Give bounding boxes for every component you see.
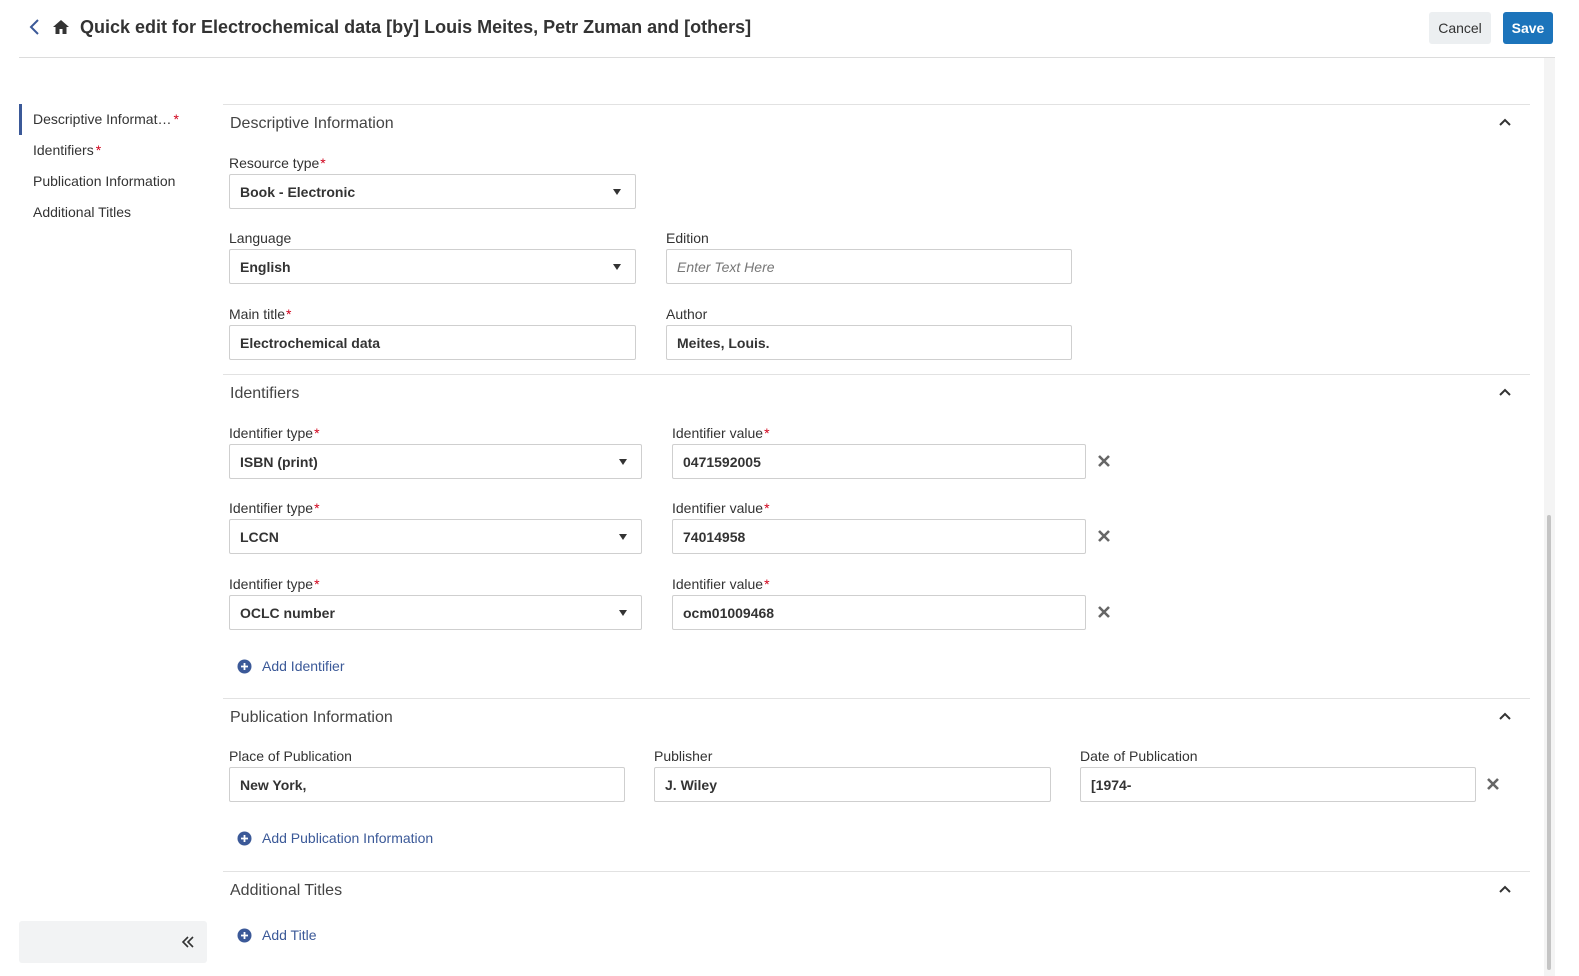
plus-circle-icon [237, 831, 252, 846]
back-button[interactable] [25, 16, 45, 38]
identifier-value-label: Identifier value* [672, 576, 770, 592]
page-header: Quick edit for Electrochemical data [by]… [19, 0, 1555, 58]
identifier-type-value: OCLC number [240, 605, 335, 621]
sidebar-item-label: Additional Titles [33, 204, 132, 220]
sidebar-item-label: Publication Information [33, 173, 176, 189]
edition-label: Edition [666, 230, 709, 246]
identifier-type-value: LCCN [240, 529, 279, 545]
section-nav: Descriptive Informat… * Identifiers * Publ… [19, 104, 207, 228]
collapse-sidebar-button[interactable] [19, 921, 207, 963]
sidebar-item-label: Descriptive Informat… [33, 111, 172, 127]
caret-down-icon [619, 610, 627, 616]
remove-x-icon[interactable] [1486, 777, 1500, 791]
resource-type-value: Book - Electronic [240, 184, 356, 200]
identifier-value-input[interactable] [672, 444, 1086, 479]
identifiers-section: Identifiers Identifier type* ISBN (print… [223, 374, 1530, 698]
descriptive-information-section: Descriptive Information Resource type* B… [223, 104, 1530, 374]
publication-information-section: Publication Information Place of Publica… [223, 698, 1530, 871]
caret-down-icon [619, 459, 627, 465]
section-title: Publication Information [230, 709, 393, 726]
remove-x-icon[interactable] [1097, 454, 1111, 468]
section-title: Additional Titles [230, 882, 343, 899]
section-title: Identifiers [230, 385, 300, 402]
author-label: Author [666, 306, 708, 322]
chevron-up-icon[interactable] [1498, 115, 1512, 129]
language-select[interactable]: English [229, 249, 636, 284]
section-title: Descriptive Information [230, 115, 394, 132]
language-value: English [240, 259, 291, 275]
sidebar-item-identifiers[interactable]: Identifiers * [19, 135, 207, 166]
resource-type-select[interactable]: Book - Electronic [229, 174, 636, 209]
add-title-link[interactable]: Add Title [237, 927, 316, 943]
identifier-type-label: Identifier type* [229, 500, 320, 516]
chevron-up-icon[interactable] [1498, 882, 1512, 896]
additional-titles-section: Additional Titles Add Title [223, 871, 1530, 971]
chevron-left-icon [29, 19, 39, 35]
date-of-publication-input[interactable] [1080, 767, 1476, 802]
sidebar-item-descriptive-information[interactable]: Descriptive Informat… * [19, 104, 207, 135]
scrollbar-thumb[interactable] [1547, 515, 1551, 970]
author-input[interactable] [666, 325, 1072, 360]
add-publication-information-label: Add Publication Information [262, 830, 434, 846]
identifier-type-select[interactable]: ISBN (print) [229, 444, 642, 479]
identifier-type-value: ISBN (print) [240, 454, 318, 470]
language-label: Language [229, 230, 292, 246]
identifier-type-select[interactable]: LCCN [229, 519, 642, 554]
double-chevron-left-icon [181, 936, 194, 948]
identifier-type-label: Identifier type* [229, 576, 320, 592]
place-of-publication-input[interactable] [229, 767, 625, 802]
sidebar-item-additional-titles[interactable]: Additional Titles [19, 197, 207, 228]
page-title: Quick edit for Electrochemical data [by]… [80, 17, 752, 37]
date-of-publication-label: Date of Publication [1080, 748, 1198, 764]
sidebar-item-publication-information[interactable]: Publication Information [19, 166, 207, 197]
sidebar-item-label: Identifiers [33, 142, 94, 158]
plus-circle-icon [237, 659, 252, 674]
identifier-value-input[interactable] [672, 595, 1086, 630]
chevron-up-icon[interactable] [1498, 385, 1512, 399]
cancel-button[interactable]: Cancel [1429, 12, 1491, 44]
publisher-label: Publisher [654, 748, 713, 764]
identifier-value-label: Identifier value* [672, 425, 770, 441]
plus-circle-icon [237, 928, 252, 943]
main-title-label: Main title* [229, 306, 292, 322]
place-of-publication-label: Place of Publication [229, 748, 352, 764]
identifier-type-label: Identifier type* [229, 425, 320, 441]
identifier-value-input[interactable] [672, 519, 1086, 554]
identifier-type-select[interactable]: OCLC number [229, 595, 642, 630]
resource-type-label: Resource type* [229, 155, 326, 171]
required-marker: * [95, 142, 102, 158]
caret-down-icon [613, 264, 621, 270]
remove-x-icon[interactable] [1097, 529, 1111, 543]
edition-input[interactable] [666, 249, 1072, 284]
publisher-input[interactable] [654, 767, 1051, 802]
add-identifier-label: Add Identifier [262, 658, 345, 674]
caret-down-icon [613, 189, 621, 195]
add-title-label: Add Title [262, 927, 317, 943]
identifier-value-label: Identifier value* [672, 500, 770, 516]
add-publication-information-link[interactable]: Add Publication Information [237, 830, 433, 846]
remove-x-icon[interactable] [1097, 605, 1111, 619]
caret-down-icon [619, 534, 627, 540]
home-icon[interactable] [52, 18, 70, 36]
save-button[interactable]: Save [1503, 12, 1553, 44]
required-marker: * [173, 111, 179, 127]
main-title-input[interactable] [229, 325, 636, 360]
chevron-up-icon[interactable] [1498, 709, 1512, 723]
add-identifier-link[interactable]: Add Identifier [237, 658, 345, 674]
